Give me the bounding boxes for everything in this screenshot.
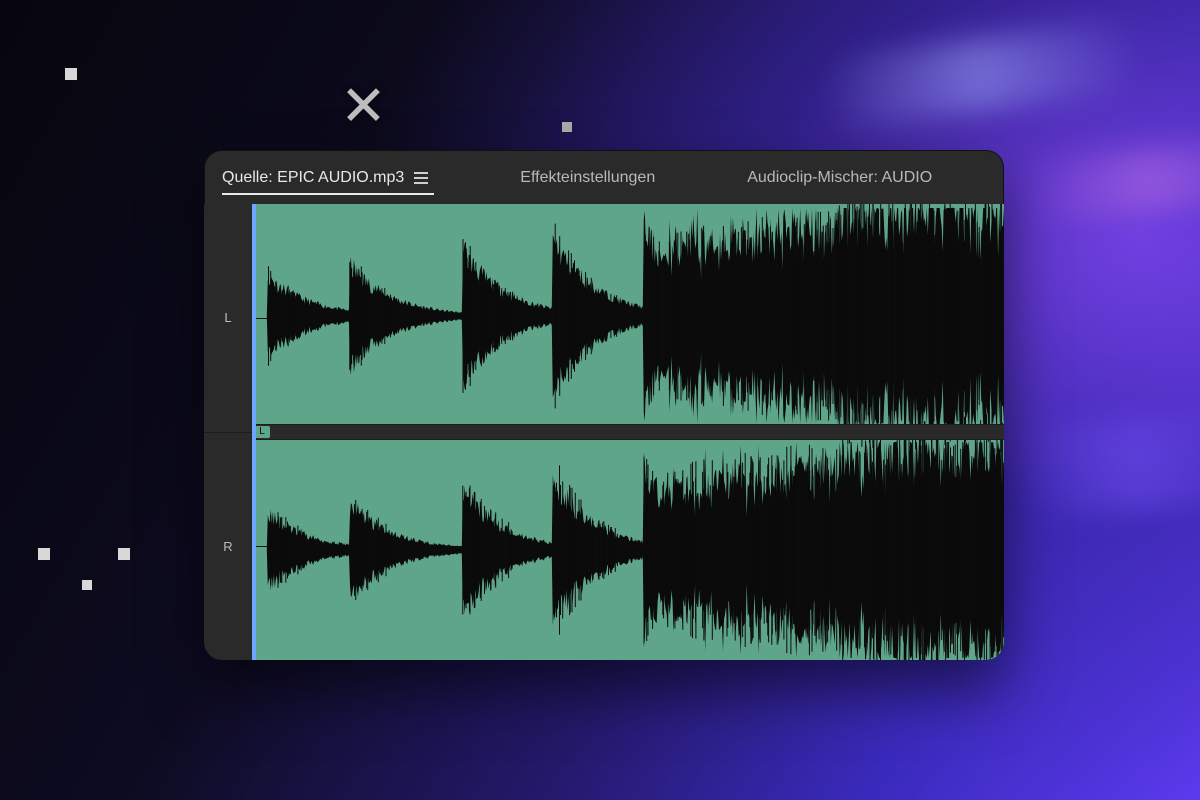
panel-tabs: Quelle: EPIC AUDIO.mp3 Effekteinstellung… xyxy=(204,150,1004,204)
pixel-decor xyxy=(562,122,572,132)
close-icon[interactable]: ✕ xyxy=(340,78,387,134)
waveform-container: L R L xyxy=(204,204,1004,660)
pixel-decor xyxy=(118,548,130,560)
channel-gutter: L R xyxy=(204,204,252,660)
tab-source[interactable]: Quelle: EPIC AUDIO.mp3 xyxy=(222,169,428,187)
pixel-decor xyxy=(38,548,50,560)
panel-menu-icon[interactable] xyxy=(414,172,428,184)
waveform-area[interactable]: L xyxy=(252,204,1004,660)
pixel-decor xyxy=(65,68,77,80)
tab-source-label: Quelle: EPIC AUDIO.mp3 xyxy=(222,169,404,187)
channel-label-right: R xyxy=(223,539,232,554)
playhead[interactable] xyxy=(252,204,256,660)
tab-effects-label: Effekteinstellungen xyxy=(520,169,655,187)
pixel-decor xyxy=(82,580,92,590)
tab-mixer-label: Audioclip-Mischer: AUDIO xyxy=(747,169,932,187)
channel-gutter-left: L xyxy=(204,204,252,433)
source-monitor-panel: Quelle: EPIC AUDIO.mp3 Effekteinstellung… xyxy=(204,150,1004,660)
tab-audio-mixer[interactable]: Audioclip-Mischer: AUDIO xyxy=(747,169,932,187)
tab-effect-controls[interactable]: Effekteinstellungen xyxy=(520,169,655,187)
channel-gutter-right: R xyxy=(204,433,252,661)
channel-label-left: L xyxy=(224,310,231,325)
channel-divider: L xyxy=(252,424,1004,440)
divider-badge: L xyxy=(254,426,270,438)
